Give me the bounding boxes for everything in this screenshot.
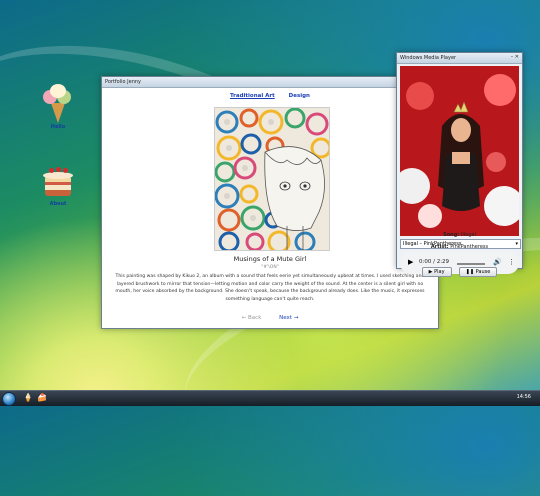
portfolio-pager: ← Back Next →	[104, 315, 436, 321]
nav-traditional-art[interactable]: Traditional Art	[230, 93, 275, 99]
ice-cream-icon	[41, 84, 75, 106]
player-buttons: ▶ Play ❚❚ Pause	[397, 258, 522, 277]
nav-design[interactable]: Design	[289, 93, 310, 99]
portfolio-content: Traditional Art Design Musings of a Mute…	[104, 89, 436, 325]
artwork-description: This painting was shaped by Kikuo 2, an …	[115, 274, 425, 302]
next-link[interactable]: Next →	[279, 315, 298, 321]
desktop-icon-hello[interactable]: Hello	[35, 84, 81, 130]
titlebar-buttons[interactable]: – ✕	[511, 54, 519, 60]
clock: 14:56	[516, 394, 531, 400]
desktop-icon-label: Hello	[50, 124, 66, 130]
artist-label: Artist:	[430, 244, 449, 250]
start-button[interactable]	[2, 392, 16, 406]
artwork-title: Musings of a Mute Girl	[233, 255, 307, 263]
artist-value: PinkPantheress	[450, 244, 489, 250]
artwork-image	[214, 107, 330, 251]
ice-cream-taskbar-icon[interactable]: 🍦	[22, 392, 34, 404]
media-player-window: Windows Media Player – ✕ Illegal – PinkP…	[396, 52, 523, 277]
media-player-titlebar[interactable]: Windows Media Player	[397, 53, 522, 64]
portfolio-window: Portfolio Jenny Traditional Art Design M…	[101, 76, 439, 329]
portfolio-titlebar[interactable]: Portfolio Jenny	[102, 77, 438, 88]
desktop-icon-about[interactable]: About	[35, 166, 81, 207]
song-value: Illegal	[460, 232, 476, 238]
play-button[interactable]: ▶ Play	[421, 267, 452, 277]
artwork-meta: "#'\ON"	[261, 265, 279, 270]
song-label: Song:	[443, 232, 460, 238]
desktop-icon-label: About	[49, 201, 67, 207]
pause-button[interactable]: ❚❚ Pause	[458, 267, 498, 277]
media-player-title: Windows Media Player	[400, 55, 457, 61]
artist-info: Artist: PinkPantheress	[397, 244, 522, 250]
cake-taskbar-icon[interactable]: 🍰	[36, 392, 48, 404]
cone-shape	[51, 103, 65, 123]
taskbar: 🍦 🍰 14:56	[0, 390, 540, 406]
album-art	[400, 66, 519, 236]
portfolio-nav: Traditional Art Design	[104, 93, 436, 99]
cake-icon	[43, 166, 73, 200]
song-info: Song: Illegal	[397, 232, 522, 238]
back-link[interactable]: ← Back	[242, 315, 262, 321]
